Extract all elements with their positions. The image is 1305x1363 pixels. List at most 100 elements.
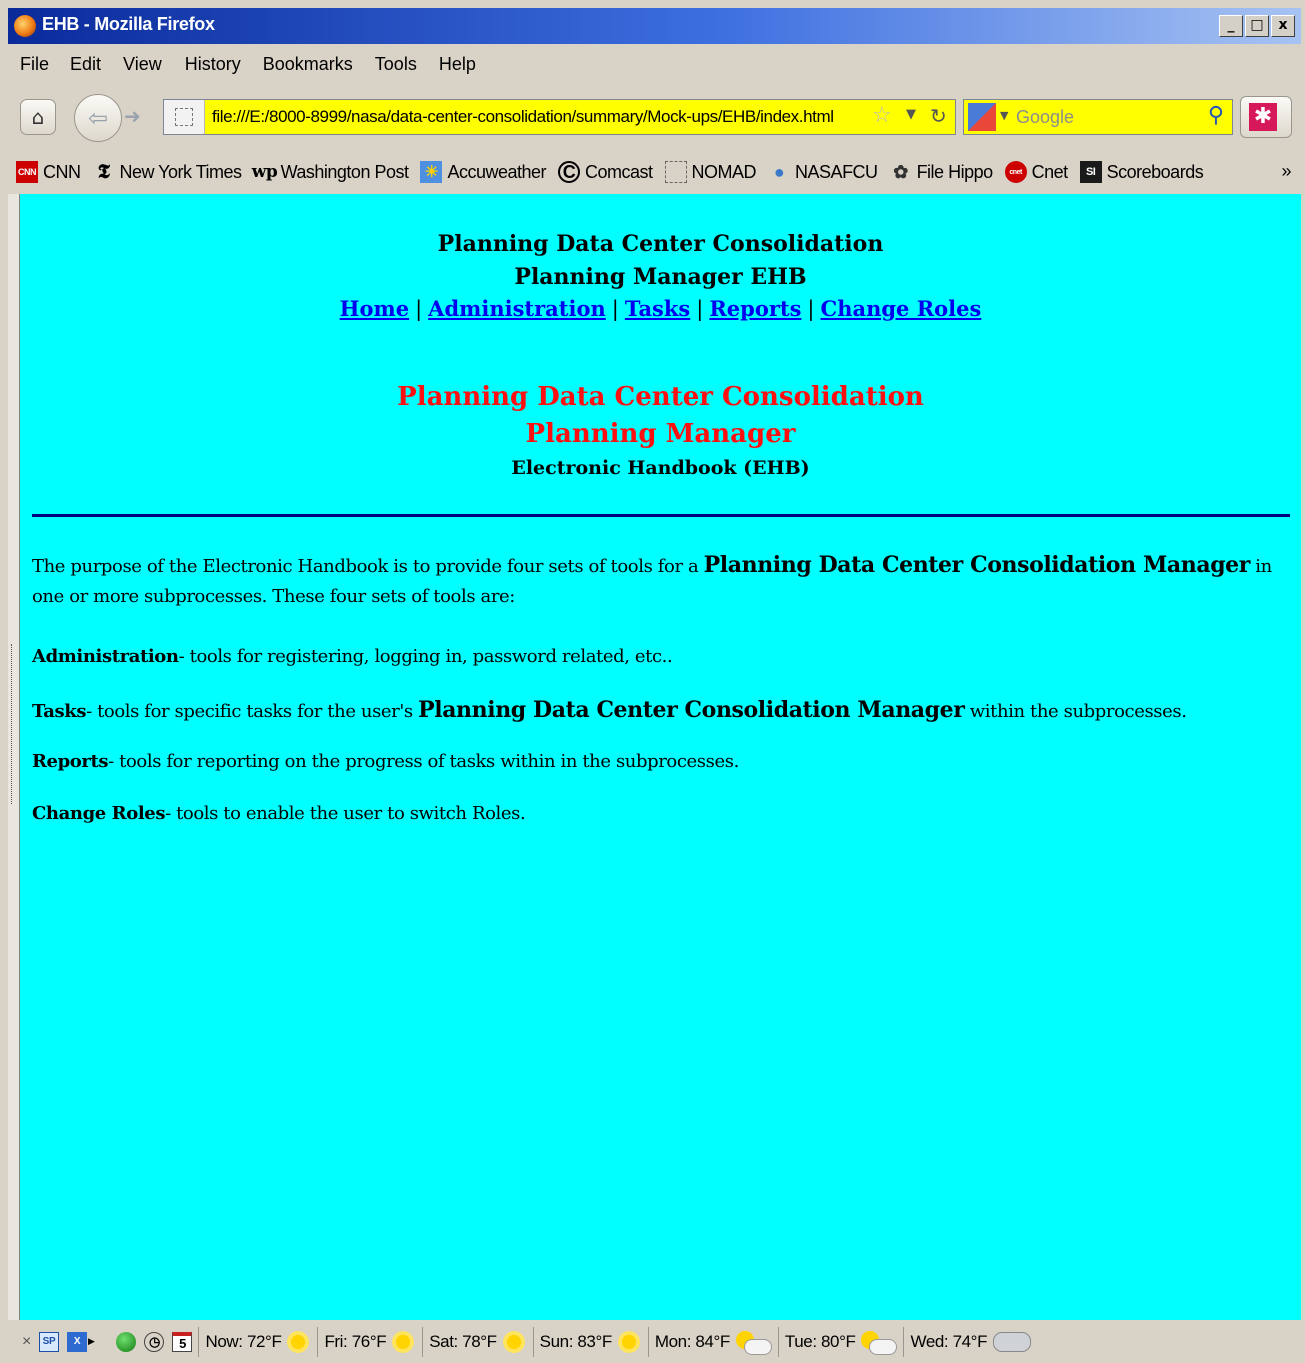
nav-separator: |	[696, 297, 704, 321]
weather-tue[interactable]: Tue: 80°F	[777, 1326, 904, 1357]
addon-button[interactable]: ✱	[1240, 96, 1292, 138]
bookmark-star-icon[interactable]: ☆	[872, 103, 892, 128]
weather-label: Sun: 83°F	[539, 1331, 613, 1351]
tool-item-tasks: Tasks- tools for specific tasks for the …	[32, 695, 1287, 727]
bookmark-scoreboards[interactable]: SI Scoreboards	[1079, 161, 1204, 183]
weather-label: Tue: 80°F	[784, 1331, 856, 1351]
calendar-icon[interactable]: 5	[172, 1331, 193, 1352]
menu-tools[interactable]: Tools	[375, 54, 417, 75]
bookmark-cnn[interactable]: CNN CNN	[16, 161, 81, 183]
partly-cloudy-icon	[861, 1330, 898, 1355]
tool-term: Administration	[32, 646, 179, 667]
maximize-button[interactable]: □	[1245, 15, 1269, 37]
bookmark-label: Accuweather	[447, 161, 547, 182]
tool-description: - tools for specific tasks for the user'…	[86, 701, 419, 722]
bookmark-label: File Hippo	[916, 161, 994, 182]
xmarks-dropdown-icon[interactable]: ▶	[88, 1336, 95, 1347]
weather-sun[interactable]: Sun: 83°F	[532, 1326, 648, 1357]
nav-link-tasks[interactable]: Tasks	[625, 296, 690, 321]
bookmark-accuweather[interactable]: ☀ Accuweather	[420, 161, 547, 183]
search-bar[interactable]: ▼ Google ⚲	[963, 99, 1233, 135]
page-content: Planning Data Center Consolidation Plann…	[20, 194, 1301, 1320]
clock-icon[interactable]: ◷	[144, 1331, 165, 1352]
google-engine-icon[interactable]	[968, 103, 996, 131]
menu-bar: File Edit View History Bookmarks Tools H…	[8, 44, 1301, 84]
title-bar[interactable]: EHB - Mozilla Firefox _ □ x	[8, 8, 1301, 44]
tool-item-reports: Reports- tools for reporting on the prog…	[32, 747, 1287, 777]
addon-bar-close-icon[interactable]: ×	[22, 1333, 31, 1351]
weather-wed[interactable]: Wed: 74°F	[903, 1326, 1039, 1357]
bookmark-comcast[interactable]: C Comcast	[558, 161, 653, 183]
sidebar-splitter[interactable]	[8, 194, 20, 1320]
nav-separator: |	[415, 297, 423, 321]
engine-dropdown-icon[interactable]: ▼	[1000, 109, 1008, 122]
tool-term: Tasks	[32, 701, 87, 722]
weather-label: Now: 72°F	[205, 1331, 282, 1351]
minimize-button[interactable]: _	[1219, 15, 1243, 37]
tool-term: Change Roles	[32, 803, 166, 824]
xmarks-icon[interactable]: X	[66, 1331, 87, 1352]
status-bar: × SP X ▶ ◷ 5 Now: 72°F Fri: 76°F Sat: 78…	[8, 1320, 1301, 1363]
intro-role-name: Planning Data Center Consolidation Manag…	[703, 552, 1251, 578]
menu-bookmarks[interactable]: Bookmarks	[263, 54, 353, 75]
forward-button[interactable]: ➜	[124, 104, 141, 128]
addon-puzzle-icon: ✱	[1249, 103, 1277, 131]
sp-icon[interactable]: SP	[38, 1331, 59, 1352]
weather-fri[interactable]: Fri: 76°F	[317, 1326, 422, 1357]
nav-separator: |	[611, 297, 619, 321]
weather-label: Wed: 74°F	[910, 1331, 988, 1351]
address-bar[interactable]: file:///E:/8000-8999/nasa/data-center-co…	[163, 99, 956, 135]
bookmarks-overflow-chevron-icon[interactable]: »	[1281, 161, 1291, 182]
bookmark-file-hippo[interactable]: ✿ File Hippo	[890, 161, 993, 183]
weather-sat[interactable]: Sat: 78°F	[422, 1326, 532, 1357]
comcast-icon: C	[558, 161, 581, 183]
back-button[interactable]: ⇦	[74, 94, 122, 142]
nasafcu-icon: ●	[773, 161, 785, 182]
search-icon[interactable]: ⚲	[1208, 103, 1224, 128]
nav-link-change-roles[interactable]: Change Roles	[821, 296, 982, 321]
home-button[interactable]: ⌂	[20, 99, 56, 135]
page-banner: Planning Data Center Consolidation Plann…	[20, 379, 1301, 483]
sun-icon	[502, 1330, 525, 1353]
accuweather-icon: ☀	[420, 161, 443, 183]
sun-icon	[617, 1330, 640, 1353]
nav-link-reports[interactable]: Reports	[709, 296, 801, 321]
url-dropdown-icon[interactable]: ▼	[906, 107, 916, 122]
bookmark-label: Scoreboards	[1106, 161, 1204, 182]
weather-label: Sat: 78°F	[429, 1331, 497, 1351]
cloud-icon	[993, 1331, 1032, 1352]
site-identity-button[interactable]	[164, 100, 205, 134]
bookmark-label: New York Times	[119, 161, 243, 182]
search-input[interactable]: Google	[1016, 107, 1074, 128]
bookmark-nomad[interactable]: NOMAD	[664, 161, 757, 183]
weather-mon[interactable]: Mon: 84°F	[647, 1326, 778, 1357]
tool-item-administration: Administration- tools for registering, l…	[32, 642, 1287, 672]
page-nav: Home | Administration | Tasks | Reports | Change…	[20, 296, 1301, 321]
header-title: Planning Data Center Consolidation	[437, 231, 884, 257]
weather-now[interactable]: Now: 72°F	[198, 1326, 317, 1357]
window-controls: _ □ x	[1219, 15, 1295, 37]
tool-term: Reports	[32, 751, 109, 772]
nav-link-home[interactable]: Home	[340, 296, 409, 321]
menu-history[interactable]: History	[185, 54, 241, 75]
green-status-icon[interactable]	[116, 1331, 137, 1352]
nav-separator: |	[807, 297, 815, 321]
tool-role-name: Planning Data Center Consolidation Manag…	[418, 697, 965, 723]
menu-file[interactable]: File	[20, 54, 49, 75]
nav-link-administration[interactable]: Administration	[428, 296, 606, 321]
url-text[interactable]: file:///E:/8000-8999/nasa/data-center-co…	[212, 107, 834, 127]
nomad-icon	[664, 161, 687, 183]
tool-description: - tools for registering, logging in, pas…	[178, 646, 673, 667]
bookmark-nasafcu[interactable]: ● NASAFCU	[768, 161, 878, 183]
menu-edit[interactable]: Edit	[70, 54, 101, 75]
bookmark-cnet[interactable]: cnet Cnet	[1004, 161, 1068, 183]
menu-view[interactable]: View	[123, 54, 162, 75]
navigation-toolbar: ⌂ ⇦ ➜ file:///E:/8000-8999/nasa/data-cen…	[8, 86, 1301, 148]
bookmark-label: NASAFCU	[795, 161, 878, 182]
bookmark-nyt[interactable]: 𝕿 New York Times	[93, 161, 242, 183]
reload-icon[interactable]: ↻	[930, 104, 947, 128]
menu-help[interactable]: Help	[439, 54, 476, 75]
close-button[interactable]: x	[1271, 15, 1295, 37]
bookmark-label: NOMAD	[691, 161, 757, 182]
bookmark-washington-post[interactable]: wp Washington Post	[252, 161, 409, 183]
